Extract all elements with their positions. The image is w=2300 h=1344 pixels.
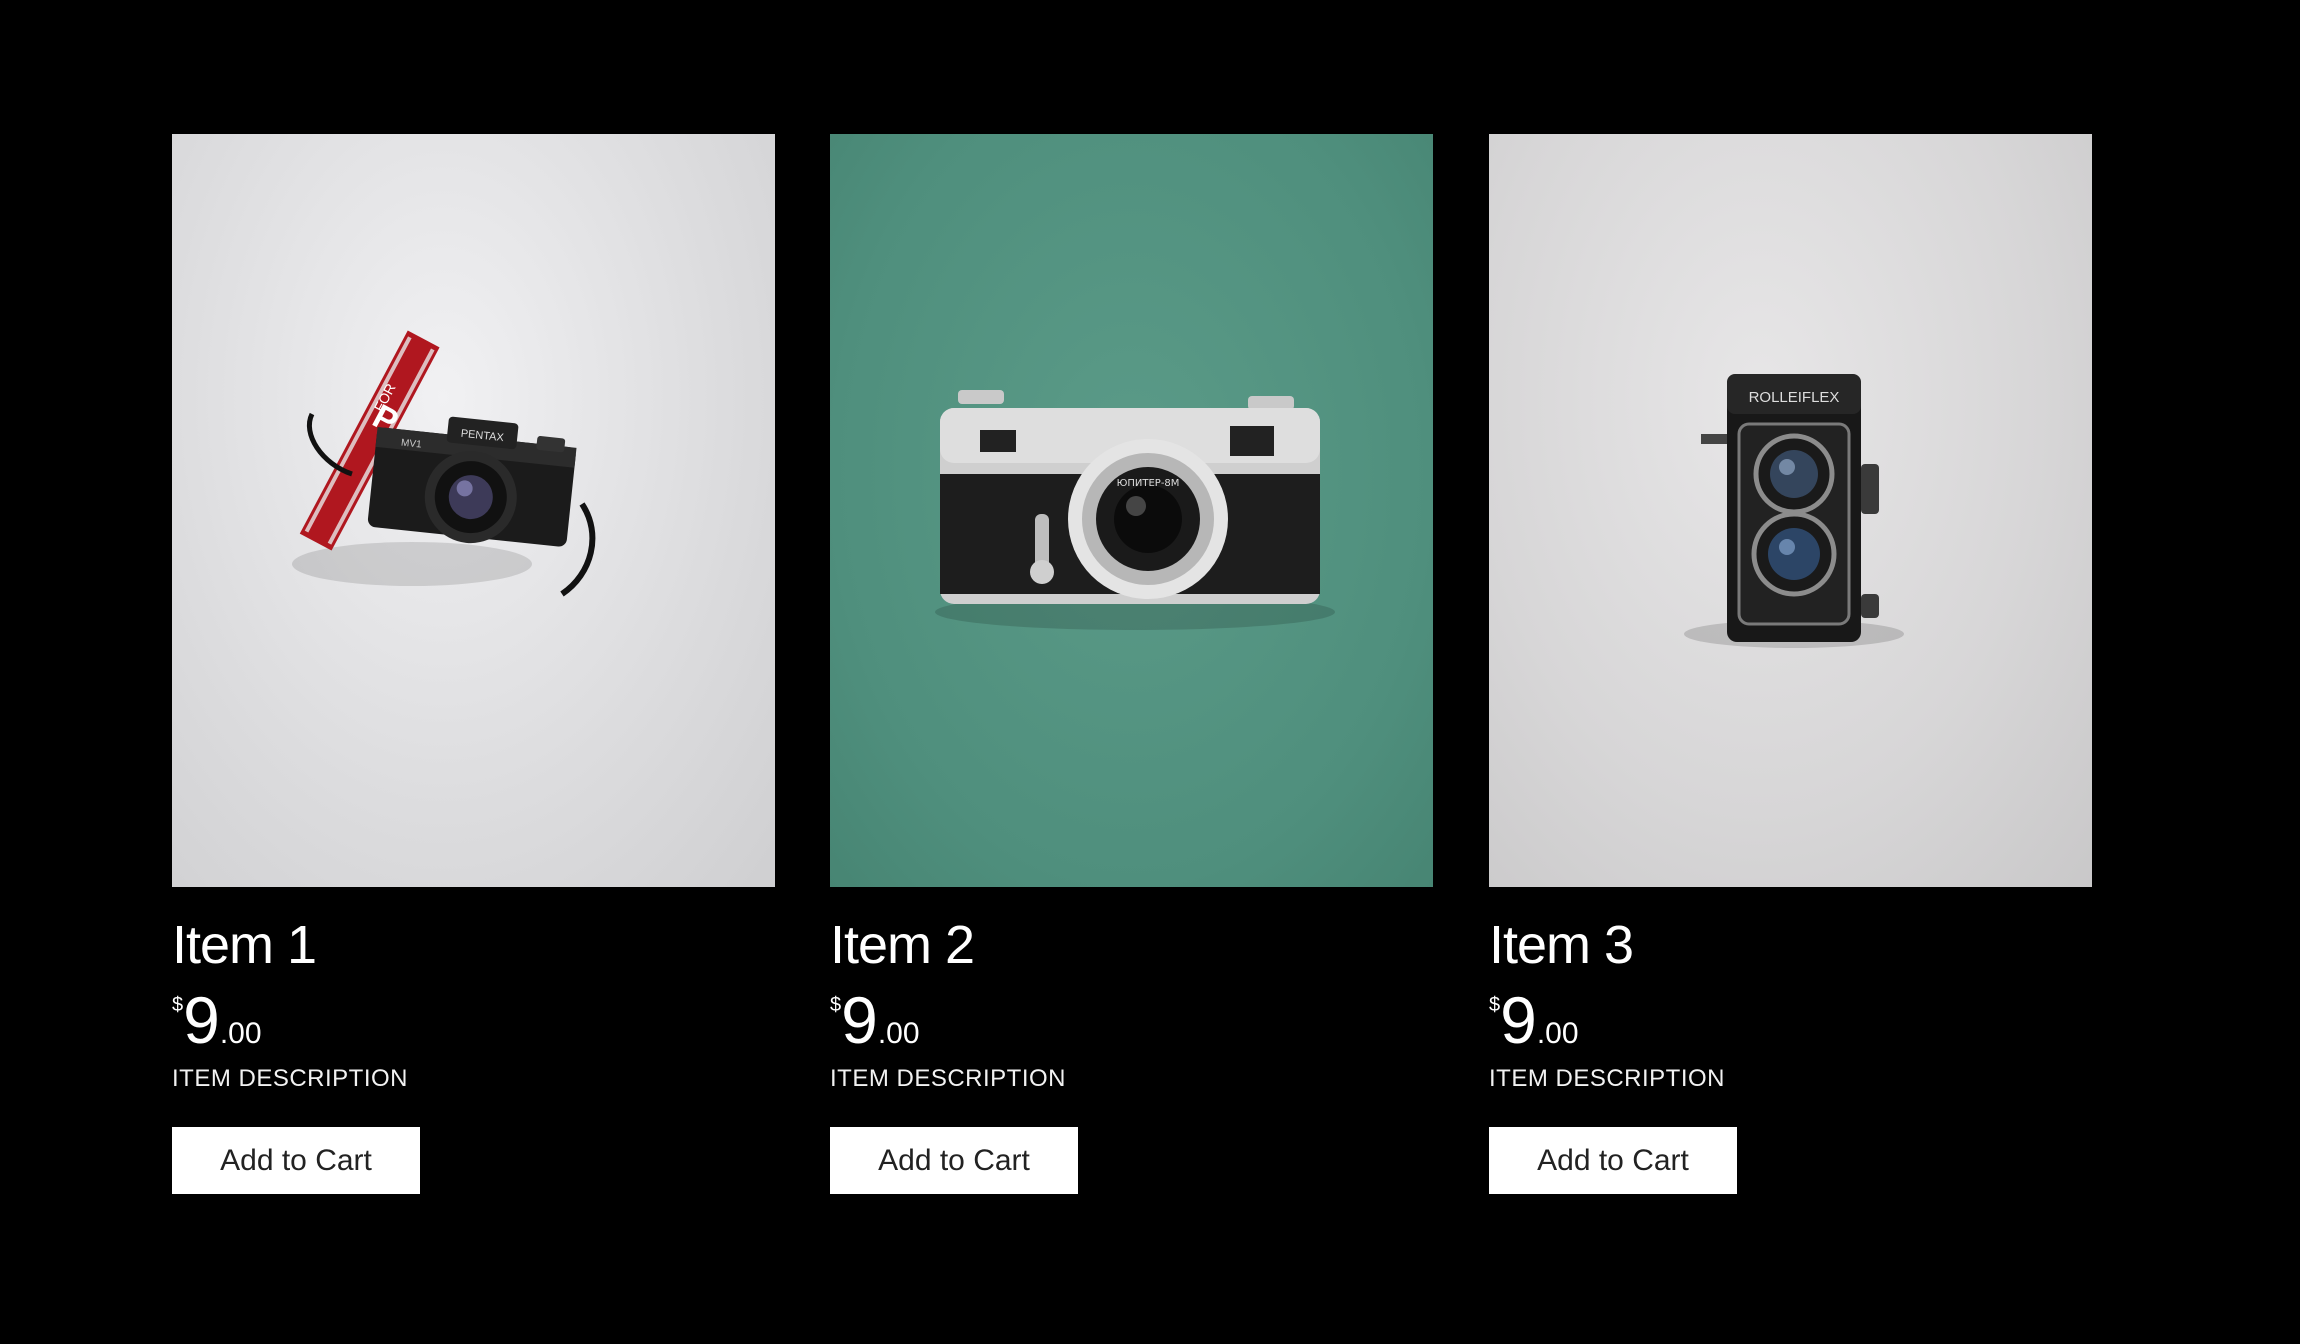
product-price: $9.00 — [830, 987, 1433, 1053]
price-cents: .00 — [219, 1017, 262, 1050]
price-currency: $ — [830, 994, 842, 1016]
product-card-2: ЮПИТЕР-8М Item 2 $9.00 ITEM DESCRIPTION … — [830, 134, 1433, 1194]
product-description: ITEM DESCRIPTION — [830, 1065, 1067, 1092]
product-grid: FOR P PENTAX MV1 Item 1 $9.00 ITEM DESCR… — [0, 0, 2300, 1344]
kiev-lens-text: ЮПИТЕР-8М — [1117, 478, 1180, 489]
product-title: Item 3 — [1489, 915, 1634, 975]
product-title: Item 2 — [830, 915, 975, 975]
add-to-cart-button[interactable]: Add to Cart — [172, 1127, 420, 1194]
product-image-3[interactable]: ROLLEIFLEX — [1489, 134, 2092, 887]
product-image-2[interactable]: ЮПИТЕР-8М — [830, 134, 1433, 887]
pentax-model: MV1 — [400, 438, 422, 451]
product-description: ITEM DESCRIPTION — [1489, 1065, 1726, 1092]
product-card-1: FOR P PENTAX MV1 Item 1 $9.00 ITEM DESCR… — [172, 134, 775, 1194]
product-card-3: ROLLEIFLEX Item 3 $9.00 ITEM DESCRIPTION… — [1489, 134, 2092, 1194]
add-to-cart-button[interactable]: Add to Cart — [830, 1127, 1078, 1194]
product-price: $9.00 — [172, 987, 775, 1053]
price-whole: 9 — [183, 983, 220, 1057]
pentax-camera-illustration: FOR P PENTAX MV1 — [292, 330, 596, 597]
rollei-brand: ROLLEIFLEX — [1749, 389, 1840, 406]
price-whole: 9 — [841, 983, 878, 1057]
rolleiflex-camera-illustration: ROLLEIFLEX — [1684, 374, 1904, 648]
product-description: ITEM DESCRIPTION — [172, 1065, 409, 1092]
product-title: Item 1 — [172, 915, 317, 975]
price-currency: $ — [1489, 994, 1501, 1016]
price-cents: .00 — [1536, 1017, 1579, 1050]
product-image-1[interactable]: FOR P PENTAX MV1 — [172, 134, 775, 887]
price-cents: .00 — [877, 1017, 920, 1050]
add-to-cart-button[interactable]: Add to Cart — [1489, 1127, 1737, 1194]
price-whole: 9 — [1500, 983, 1537, 1057]
product-price: $9.00 — [1489, 987, 2092, 1053]
price-currency: $ — [172, 994, 184, 1016]
kiev-camera-illustration: ЮПИТЕР-8М — [935, 390, 1335, 630]
